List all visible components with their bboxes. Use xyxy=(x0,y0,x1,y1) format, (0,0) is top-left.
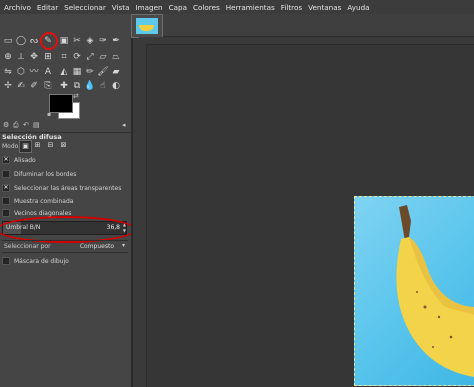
perspective-icon[interactable]: ⏢ xyxy=(110,51,122,63)
bucket-fill-icon[interactable]: ◭ xyxy=(58,66,70,78)
select-by-dropdown[interactable]: Seleccionar por Compuesto ▾ xyxy=(2,240,128,253)
option-draw-mask[interactable]: Máscara de dibujo xyxy=(2,257,69,265)
select-transparent-checkbox[interactable]: ✕ xyxy=(2,184,10,192)
option-label: Alisado xyxy=(14,156,36,164)
shear-icon[interactable]: ▱ xyxy=(97,51,109,63)
banana-thumbnail-image xyxy=(136,18,158,34)
select-by-label: Seleccionar por xyxy=(4,243,51,250)
image-tab-thumbnail[interactable] xyxy=(131,14,163,38)
rotate-icon[interactable]: ⟳ xyxy=(71,51,83,63)
mode-subtract-button[interactable]: ⊟ xyxy=(45,140,56,151)
pencil-icon[interactable]: ✏ xyxy=(84,66,96,78)
menu-capa[interactable]: Capa xyxy=(166,3,190,12)
horizontal-ruler[interactable] xyxy=(139,37,474,45)
ink-icon[interactable]: ✍ xyxy=(15,80,27,92)
option-label: Seleccionar las áreas transparentes xyxy=(14,184,122,192)
menu-seleccionar[interactable]: Seleccionar xyxy=(61,3,109,12)
menu-ventanas[interactable]: Ventanas xyxy=(305,3,344,12)
swap-colors-icon[interactable]: ⇄ xyxy=(73,92,79,100)
airbrush-icon[interactable]: ✢ xyxy=(2,80,14,92)
warp-icon[interactable]: 〰 xyxy=(28,66,40,78)
mode-label: Modo: xyxy=(2,143,21,150)
menu-archivo[interactable]: Archivo xyxy=(0,3,34,12)
menu-herramientas[interactable]: Herramientas xyxy=(223,3,278,12)
flip-icon[interactable]: ⇋ xyxy=(2,66,14,78)
select-by-color-icon[interactable]: ▣ xyxy=(58,35,70,47)
scissors-select-icon[interactable]: ✂ xyxy=(71,35,83,47)
image-tabs-bar xyxy=(139,14,474,37)
foreground-color-swatch[interactable] xyxy=(49,94,73,113)
option-label: Difuminar los bordes xyxy=(14,170,77,178)
move-icon[interactable]: ✥ xyxy=(28,51,40,63)
threshold-highlight-oval xyxy=(0,216,136,243)
tool-options-tab-icon[interactable]: ⚙ xyxy=(3,121,9,129)
dodge-burn-icon[interactable]: ◐ xyxy=(110,80,122,92)
option-select-transparent[interactable]: ✕ Seleccionar las áreas transparentes xyxy=(2,184,121,192)
antialiasing-checkbox[interactable]: ✕ xyxy=(2,156,10,164)
images-tab-icon[interactable]: ▤ xyxy=(33,121,40,129)
scale-icon[interactable]: ⤢ xyxy=(84,51,96,63)
foreground-select-icon[interactable]: ◈ xyxy=(84,35,96,47)
color-picker-icon[interactable]: ✒ xyxy=(110,35,122,47)
menu-filtros[interactable]: Filtros xyxy=(278,3,305,12)
zoom-icon[interactable]: ⊕ xyxy=(2,51,14,63)
crop-icon[interactable]: ⌗ xyxy=(58,51,70,63)
option-sample-merged[interactable]: Muestra combinada xyxy=(2,197,73,205)
measure-icon[interactable]: ⟂ xyxy=(15,51,27,63)
free-select-icon[interactable]: ᔓ xyxy=(28,35,40,47)
paths-icon[interactable]: ✑ xyxy=(97,35,109,47)
menu-colores[interactable]: Colores xyxy=(190,3,223,12)
mode-replace-button[interactable]: ▣ xyxy=(19,140,32,153)
option-feather[interactable]: Difuminar los bordes xyxy=(2,170,76,178)
banana-illustration xyxy=(396,205,474,377)
mypaint-brush-icon[interactable]: ✐ xyxy=(28,80,40,92)
option-label: Máscara de dibujo xyxy=(14,257,69,265)
menu-ayuda[interactable]: Ayuda xyxy=(344,3,372,12)
mode-intersect-button[interactable]: ⊠ xyxy=(58,140,69,151)
smudge-icon[interactable]: ☝ xyxy=(97,80,109,92)
menu-vista[interactable]: Vista xyxy=(109,3,133,12)
ellipse-select-icon[interactable]: ◯ xyxy=(15,35,27,47)
diagonal-neighbors-checkbox[interactable] xyxy=(2,209,10,217)
heal-icon[interactable]: ✚ xyxy=(58,80,70,92)
banana-image[interactable] xyxy=(354,196,474,386)
draw-mask-checkbox[interactable] xyxy=(2,257,10,265)
default-colors-icon[interactable]: ▪ xyxy=(47,111,51,118)
perspective-clone-icon[interactable]: ⧉ xyxy=(71,80,83,92)
dock-tabs: ⚙ ⎙ ↶ ▤ ◂ xyxy=(0,120,132,133)
option-label: Muestra combinada xyxy=(14,197,74,205)
dock-menu-icon[interactable]: ◂ xyxy=(122,121,126,129)
sample-merged-checkbox[interactable] xyxy=(2,197,10,205)
chevron-down-icon: ▾ xyxy=(121,242,125,249)
menu-editar[interactable]: Editar xyxy=(34,3,61,12)
eraser-icon[interactable]: ▰ xyxy=(110,66,122,78)
undo-history-tab-icon[interactable]: ↶ xyxy=(23,121,29,129)
clone-icon[interactable]: ⎘ xyxy=(42,80,54,92)
device-status-tab-icon[interactable]: ⎙ xyxy=(13,121,19,130)
select-by-value: Compuesto xyxy=(79,243,114,250)
mode-add-button[interactable]: ⊞ xyxy=(32,140,43,151)
paintbrush-icon[interactable]: 🖌 xyxy=(97,66,109,78)
menu-imagen[interactable]: Imagen xyxy=(133,3,166,12)
menu-bar: Archivo Editar Seleccionar Vista Imagen … xyxy=(0,0,474,14)
active-tool-highlight xyxy=(40,32,58,50)
blur-icon[interactable]: 💧 xyxy=(84,80,96,92)
option-antialiasing[interactable]: ✕ Alisado xyxy=(2,156,36,164)
feather-checkbox[interactable] xyxy=(2,170,10,178)
vertical-ruler[interactable] xyxy=(139,44,147,387)
text-icon[interactable]: A xyxy=(42,66,54,78)
gradient-icon[interactable]: ▦ xyxy=(71,66,83,78)
rect-select-icon[interactable]: ▭ xyxy=(2,35,14,47)
cage-icon[interactable]: ⬡ xyxy=(15,66,27,78)
align-icon[interactable]: ⊞ xyxy=(42,51,54,63)
